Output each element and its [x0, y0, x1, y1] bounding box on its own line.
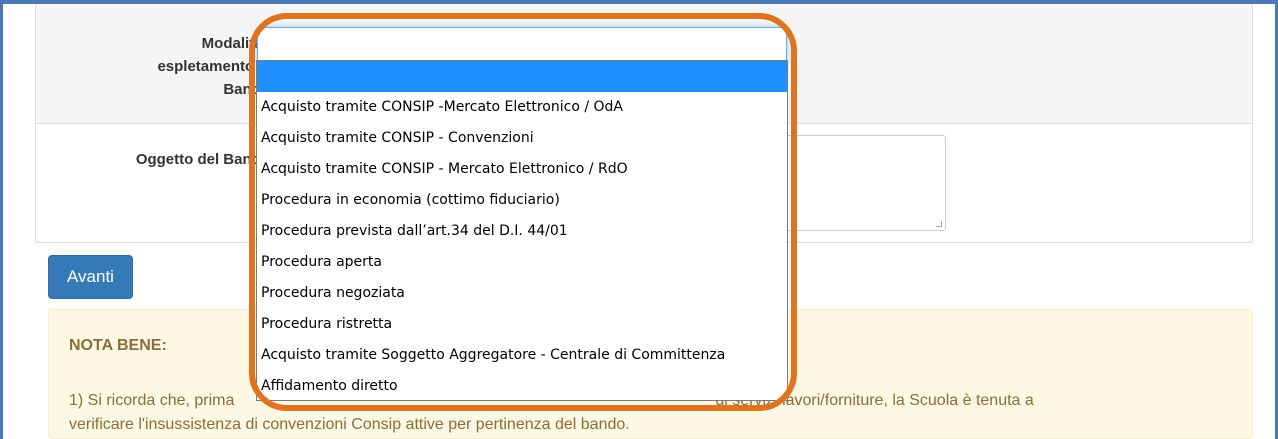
dropdown-option[interactable]: Procedura ristretta — [257, 309, 787, 340]
modalita-label-line3: Bando * — [90, 78, 280, 101]
modalita-label: Modalità di espletamento del Bando * — [90, 32, 280, 101]
modalita-select[interactable] — [257, 27, 787, 63]
avanti-button[interactable]: Avanti — [48, 255, 133, 299]
modalita-dropdown-list[interactable]: Acquisto tramite CONSIP -Mercato Elettro… — [256, 60, 788, 401]
note-title: NOTA BENE: — [69, 337, 167, 354]
dropdown-option[interactable]: Affidamento diretto — [257, 371, 787, 402]
modalita-label-line1: Modalità di — [201, 35, 280, 52]
oggetto-label-text: Oggetto del Bando — [135, 151, 270, 168]
dropdown-option-blank[interactable] — [257, 61, 787, 92]
dropdown-option[interactable]: Procedura in economia (cottimo fiduciari… — [257, 185, 787, 216]
dropdown-option[interactable]: Procedura negoziata — [257, 278, 787, 309]
oggetto-label: Oggetto del Bando * — [80, 148, 280, 171]
oggetto-textarea[interactable] — [770, 135, 946, 231]
dropdown-option[interactable]: Procedura aperta — [257, 247, 787, 278]
dropdown-option[interactable]: Procedura prevista dall’art.34 del D.I. … — [257, 216, 787, 247]
dropdown-option[interactable]: Acquisto tramite CONSIP -Mercato Elettro… — [257, 92, 787, 123]
dropdown-option[interactable]: Acquisto tramite CONSIP - Convenzioni — [257, 123, 787, 154]
note-line2: verificare l'insussistenza di convenzion… — [69, 416, 630, 433]
resize-grip-icon[interactable] — [936, 221, 942, 227]
modalita-label-line2: espletamento del — [157, 58, 280, 75]
note-line1-start: 1) Si ricorda che, prima — [69, 392, 235, 409]
window-left-border — [0, 0, 3, 439]
dropdown-option[interactable]: Acquisto tramite CONSIP - Mercato Elettr… — [257, 154, 787, 185]
dropdown-option[interactable]: Acquisto tramite Soggetto Aggregatore - … — [257, 340, 787, 371]
